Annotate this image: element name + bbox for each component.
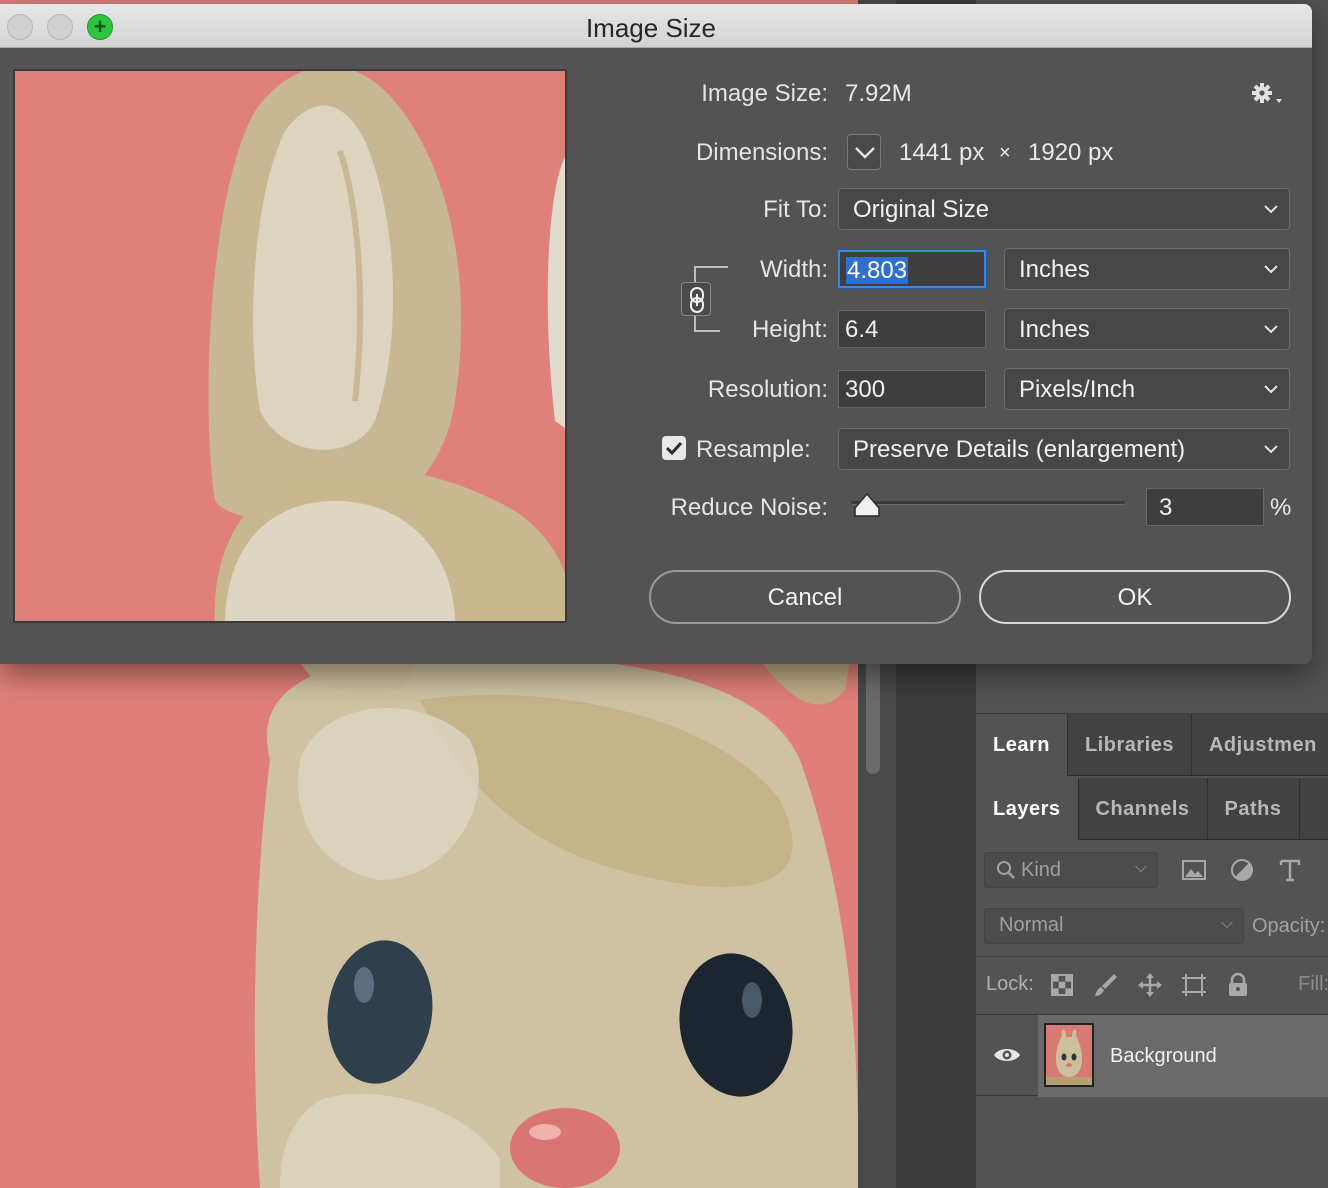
chevron-down-icon: ⌵ bbox=[1220, 915, 1233, 932]
width-unit-value: Inches bbox=[1019, 256, 1090, 283]
tab-layers[interactable]: Layers bbox=[976, 778, 1079, 840]
layer-thumbnail bbox=[1044, 1023, 1094, 1087]
chevron-down-icon bbox=[855, 147, 875, 159]
image-preview[interactable] bbox=[13, 69, 567, 623]
fill-label: Fill: bbox=[1298, 973, 1328, 995]
fit-to-dropdown[interactable]: Original Size bbox=[838, 188, 1290, 230]
preview-image bbox=[15, 71, 565, 621]
top-panel-tabs: Learn Libraries Adjustmen bbox=[976, 714, 1328, 776]
width-value: 4.803 bbox=[846, 257, 909, 284]
resolution-value: 300 bbox=[845, 376, 886, 403]
tab-channels[interactable]: Channels bbox=[1079, 778, 1208, 840]
move-lock-icon[interactable] bbox=[1136, 971, 1164, 999]
lock-row: Lock: Fill: bbox=[976, 956, 1328, 1012]
search-icon bbox=[997, 861, 1015, 879]
tab-libraries[interactable]: Libraries bbox=[1068, 714, 1192, 776]
chevron-down-icon bbox=[1264, 445, 1278, 454]
chevron-down-icon bbox=[1264, 385, 1278, 394]
artboard-lock-icon[interactable] bbox=[1180, 971, 1208, 999]
resolution-label: Resolution: bbox=[707, 376, 828, 403]
chevron-down-icon: ⌵ bbox=[1134, 859, 1147, 876]
reduce-noise-unit: % bbox=[1270, 494, 1292, 521]
tab-adjustments[interactable]: Adjustmen bbox=[1192, 714, 1328, 776]
type-filter-icon[interactable] bbox=[1276, 856, 1304, 884]
padlock-icon[interactable] bbox=[1224, 971, 1252, 999]
reduce-noise-input[interactable]: 3 bbox=[1146, 488, 1264, 526]
resample-method-value: Preserve Details (enlargement) bbox=[853, 436, 1186, 463]
resolution-unit-value: Pixels/Inch bbox=[1019, 376, 1136, 403]
opacity-label: Opacity: bbox=[1252, 915, 1326, 937]
height-unit-dropdown[interactable]: Inches bbox=[1004, 308, 1290, 350]
eye-icon[interactable] bbox=[992, 1045, 1022, 1065]
reduce-noise-slider-thumb[interactable] bbox=[853, 492, 881, 518]
image-filter-icon[interactable] bbox=[1180, 856, 1208, 884]
checkmark-icon bbox=[665, 441, 683, 456]
ok-button[interactable]: OK bbox=[979, 570, 1291, 624]
lock-label: Lock: bbox=[986, 973, 1034, 995]
chain-link-icon bbox=[690, 287, 704, 313]
height-label: Height: bbox=[751, 316, 828, 343]
fit-to-value: Original Size bbox=[853, 196, 990, 223]
constrain-proportions-button[interactable] bbox=[681, 282, 711, 316]
resample-label: Resample: bbox=[696, 436, 811, 463]
dimensions-units-toggle[interactable] bbox=[847, 134, 881, 170]
height-unit-value: Inches bbox=[1019, 316, 1090, 343]
chevron-down-icon bbox=[1264, 205, 1278, 214]
kind-filter-dropdown[interactable]: Kind ⌵ bbox=[984, 852, 1158, 888]
layer-row[interactable]: Background bbox=[976, 1014, 1328, 1097]
gear-icon[interactable] bbox=[1250, 80, 1284, 108]
lock-transparency-icon[interactable] bbox=[1048, 971, 1076, 999]
chevron-down-icon bbox=[1264, 265, 1278, 274]
width-unit-dropdown[interactable]: Inches bbox=[1004, 248, 1290, 290]
dialog-titlebar[interactable]: + Image Size bbox=[0, 4, 1312, 48]
image-size-dialog: + Image Size Image Size: 7.92M Dimension… bbox=[0, 4, 1312, 664]
brush-lock-icon[interactable] bbox=[1092, 971, 1120, 999]
blend-mode-dropdown[interactable]: Normal ⌵ bbox=[984, 908, 1244, 944]
cancel-button[interactable]: Cancel bbox=[649, 570, 961, 624]
dimensions-height-value: 1920 px bbox=[1028, 139, 1114, 166]
dimensions-width-value: 1441 px bbox=[899, 139, 985, 166]
panel-blank-area bbox=[976, 662, 1328, 714]
reduce-noise-slider[interactable] bbox=[851, 501, 1125, 505]
fit-to-label: Fit To: bbox=[763, 196, 828, 223]
height-input[interactable]: 6.4 bbox=[838, 310, 986, 348]
layer-filter-row: Kind ⌵ bbox=[976, 842, 1328, 898]
tab-learn[interactable]: Learn bbox=[976, 714, 1068, 776]
reduce-noise-value: 3 bbox=[1159, 494, 1173, 521]
chevron-down-icon bbox=[1264, 325, 1278, 334]
blend-mode-value: Normal bbox=[999, 914, 1064, 936]
tab-paths[interactable]: Paths bbox=[1208, 778, 1300, 840]
resample-checkbox[interactable] bbox=[662, 436, 686, 460]
dimensions-label: Dimensions: bbox=[695, 139, 828, 166]
resolution-unit-dropdown[interactable]: Pixels/Inch bbox=[1004, 368, 1290, 410]
dimensions-times-sign: × bbox=[999, 142, 1011, 164]
width-input[interactable]: 4.803 bbox=[838, 250, 986, 288]
layer-panel-tabs: Layers Channels Paths bbox=[976, 778, 1328, 840]
image-size-label: Image Size: bbox=[701, 80, 828, 107]
reduce-noise-label: Reduce Noise: bbox=[670, 494, 828, 521]
width-label: Width: bbox=[759, 256, 828, 283]
layer-name: Background bbox=[1110, 1045, 1217, 1067]
kind-filter-label: Kind bbox=[1021, 858, 1062, 881]
image-size-value: 7.92M bbox=[845, 80, 912, 107]
resolution-input[interactable]: 300 bbox=[838, 370, 986, 408]
adjustment-filter-icon[interactable] bbox=[1228, 856, 1256, 884]
height-value: 6.4 bbox=[845, 316, 879, 343]
blend-mode-row: Normal ⌵ Opacity: bbox=[976, 900, 1328, 952]
dialog-title: Image Size bbox=[585, 13, 717, 43]
resample-method-dropdown[interactable]: Preserve Details (enlargement) bbox=[838, 428, 1290, 470]
